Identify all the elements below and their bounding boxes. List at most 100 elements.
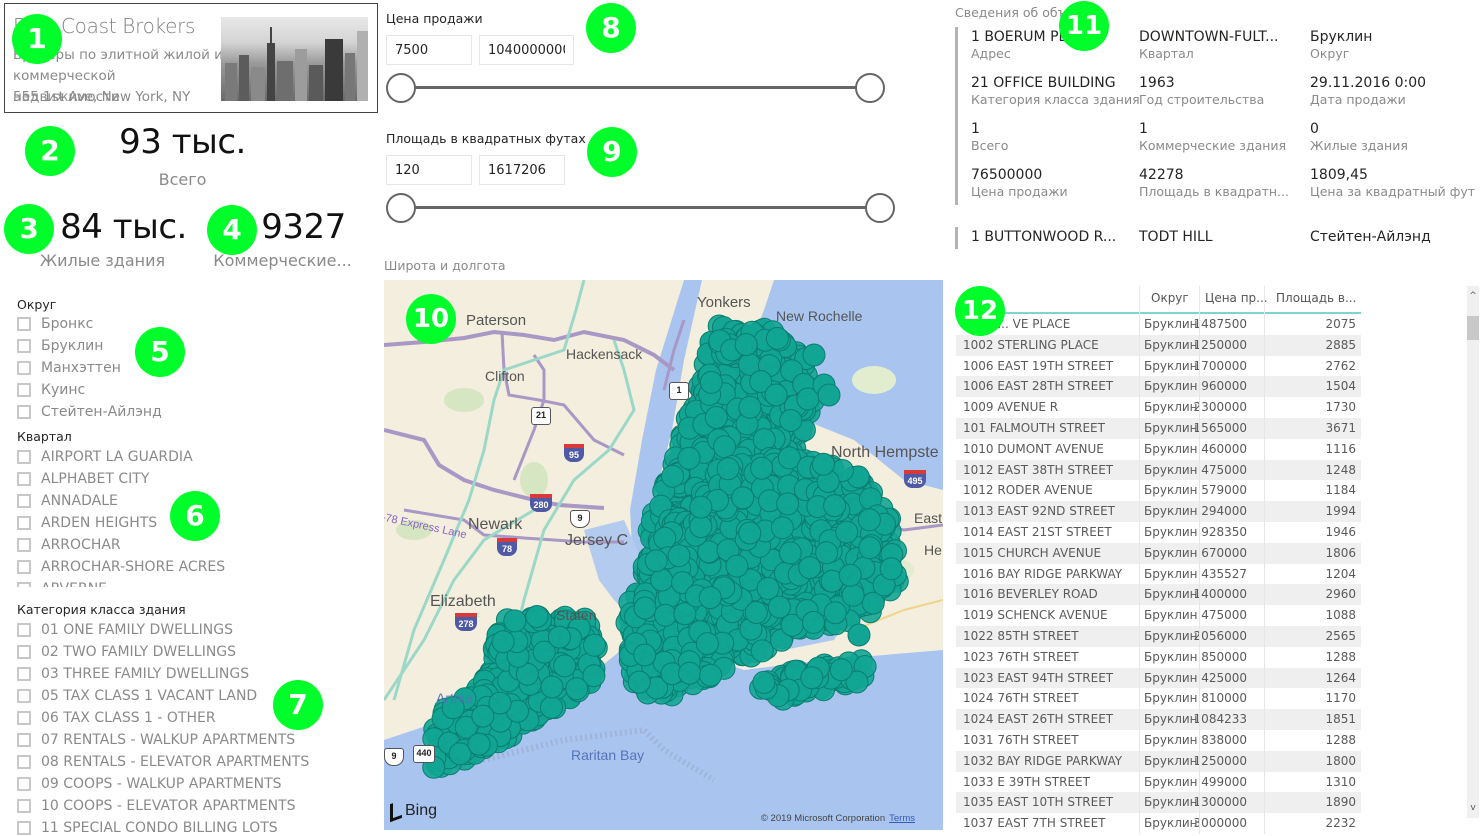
table-row[interactable]: 1014 EAST 21ST STREET Бруклин 928350 1946 [956, 521, 1361, 543]
checkbox[interactable] [17, 645, 31, 659]
checkbox[interactable] [17, 450, 31, 464]
checkbox[interactable] [17, 799, 31, 813]
map-dot[interactable] [738, 521, 762, 545]
building-class-item[interactable]: 10 COOPS - ELEVATOR APARTMENTS [17, 795, 296, 817]
table-row[interactable]: 1012 RODER AVENUE Бруклин 579000 1184 [956, 480, 1361, 502]
building-class-item[interactable]: 02 TWO FAMILY DWELLINGS [17, 641, 236, 663]
map-dot[interactable] [689, 515, 713, 539]
map-dot[interactable] [800, 666, 824, 690]
scroll-down-arrow-icon[interactable]: v [1467, 801, 1479, 815]
map-dot[interactable] [698, 586, 722, 610]
map-dot[interactable] [857, 508, 881, 532]
table-row[interactable]: 1015 CHURCH AVENUE Бруклин 670000 1806 [956, 542, 1361, 564]
table-row[interactable]: 1033 E 39TH STREET Бруклин 499000 1310 [956, 771, 1361, 793]
neighborhood-item[interactable]: ALPHABET CITY [17, 468, 149, 490]
map-dot[interactable] [802, 610, 825, 634]
area-range-track[interactable] [414, 206, 866, 209]
map-dot[interactable] [823, 494, 847, 518]
building-class-item[interactable]: 07 RENTALS - WALKUP APARTMENTS [17, 729, 295, 751]
building-class-item[interactable]: 05 TAX CLASS 1 VACANT LAND [17, 685, 257, 707]
table-row[interactable]: 1002 STERLING PLACE Бруклин 1250000 2885 [956, 334, 1361, 356]
borough-item[interactable]: Куинс [17, 379, 85, 401]
map-dot[interactable] [815, 541, 839, 565]
checkbox[interactable] [17, 472, 31, 486]
map-dot[interactable] [644, 549, 668, 573]
checkbox[interactable] [17, 494, 31, 508]
table-scrollbar[interactable]: ^ v [1467, 286, 1479, 818]
table-row[interactable]: 1022 85TH STREET Бруклин 2056000 2565 [956, 625, 1361, 647]
table-row[interactable]: 1009 AVENUE R Бруклин 2300000 1730 [956, 397, 1361, 418]
table-row[interactable]: 1013 EAST 92ND STREET Бруклин 294000 1994 [956, 501, 1361, 522]
map-dot[interactable] [699, 370, 723, 394]
checkbox[interactable] [17, 689, 31, 703]
checkbox[interactable] [17, 777, 31, 791]
borough-item[interactable]: Стейтен-Айлэнд [17, 401, 162, 423]
price-min-input[interactable] [386, 35, 472, 65]
map-dot[interactable] [654, 603, 677, 627]
table-row[interactable]: 1016 BAY RIDGE PARKWAY Бруклин 435527 1204 [956, 563, 1361, 585]
checkbox[interactable] [17, 733, 31, 747]
table-row[interactable]: 1037 EAST 7TH STREET Бруклин 3000000 2232 [956, 813, 1361, 834]
price-range-track[interactable] [414, 86, 857, 89]
checkbox[interactable] [17, 755, 31, 769]
map-dot[interactable] [540, 675, 564, 699]
map-dot[interactable] [540, 695, 563, 719]
map-dot[interactable] [547, 625, 571, 649]
building-class-item[interactable]: 11 SPECIAL CONDO BILLING LOTS [17, 817, 278, 836]
map-dot[interactable] [829, 658, 853, 682]
scroll-thumb[interactable] [1467, 316, 1479, 340]
checkbox[interactable] [17, 560, 31, 574]
map-dot[interactable] [752, 670, 776, 694]
map-dot[interactable] [838, 563, 862, 587]
table-row[interactable]: 1006 EAST 19TH STREET Бруклин 1700000 2762 [956, 355, 1361, 377]
checkbox[interactable] [17, 383, 31, 397]
area-min-input[interactable] [386, 155, 472, 185]
map-dot[interactable] [650, 568, 674, 592]
table-row[interactable]: 1010 DUMONT AVENUE Бруклин 460000 1116 [956, 438, 1361, 460]
table-row[interactable]: 1023 EAST 94TH STREET Бруклин 425000 1264 [956, 667, 1361, 689]
map-dot[interactable] [583, 633, 606, 657]
map-dot[interactable] [725, 554, 749, 578]
map-dot[interactable] [802, 343, 826, 367]
checkbox[interactable] [17, 516, 31, 530]
map-dot[interactable] [467, 732, 491, 756]
neighborhood-item[interactable]: ARDEN HEIGHTS [17, 512, 157, 534]
map-dot[interactable] [750, 639, 774, 663]
checkbox[interactable] [17, 711, 31, 725]
map-dot[interactable] [858, 536, 882, 560]
checkbox[interactable] [17, 582, 31, 587]
building-class-item[interactable]: 09 COOPS - WALKUP APARTMENTS [17, 773, 282, 795]
map-dot[interactable] [779, 409, 803, 432]
table-row[interactable]: 1006 EAST 28TH STREET Бруклин 960000 1504 [956, 376, 1361, 398]
neighborhood-item[interactable]: AIRPORT LA GUARDIA [17, 446, 193, 468]
map-dot[interactable] [689, 495, 713, 519]
column-header-area[interactable]: Площадь в... [1276, 291, 1356, 305]
building-class-item[interactable]: 01 ONE FAMILY DWELLINGS [17, 619, 233, 641]
table-row[interactable]: 1035 EAST 10TH STREET Бруклин 1300000 1890 [956, 792, 1361, 814]
map-dot[interactable] [765, 326, 789, 350]
map-dot[interactable] [778, 541, 802, 565]
table-row[interactable]: 1032 BAY RIDGE PARKWAY Бруклин 1250000 1800 [956, 750, 1361, 772]
building-class-slicer[interactable]: 01 ONE FAMILY DWELLINGS 02 TWO FAMILY DWE… [0, 619, 370, 836]
map-dot[interactable] [770, 516, 794, 540]
map-dot[interactable] [503, 609, 527, 633]
neighborhood-item[interactable]: ANNADALE [17, 490, 118, 512]
table-row[interactable]: 1016 BEVERLEY ROAD Бруклин 1400000 2960 [956, 584, 1361, 606]
map-dot[interactable] [553, 654, 577, 678]
building-class-item[interactable]: 06 TAX CLASS 1 - OTHER [17, 707, 216, 729]
borough-item[interactable]: Манхэттен [17, 357, 121, 379]
map-dot[interactable] [699, 663, 723, 687]
checkbox[interactable] [17, 623, 31, 637]
table-row[interactable]: 1019 SCHENCK AVENUE Бруклин 475000 1088 [956, 605, 1361, 626]
map-terms-link[interactable]: Terms [889, 813, 915, 824]
map-dot[interactable] [653, 526, 677, 550]
map-dot[interactable] [716, 457, 740, 481]
map-dot[interactable] [847, 623, 871, 647]
checkbox[interactable] [17, 405, 31, 419]
table-row[interactable]: 1000 ... VE PLACE Бруклин 1487500 2075 [956, 314, 1361, 335]
column-header-price[interactable]: Цена пр... [1205, 291, 1268, 305]
price-range-high-handle[interactable] [855, 73, 885, 103]
checkbox[interactable] [17, 317, 31, 331]
price-range-low-handle[interactable] [386, 73, 416, 103]
checkbox[interactable] [17, 821, 31, 835]
